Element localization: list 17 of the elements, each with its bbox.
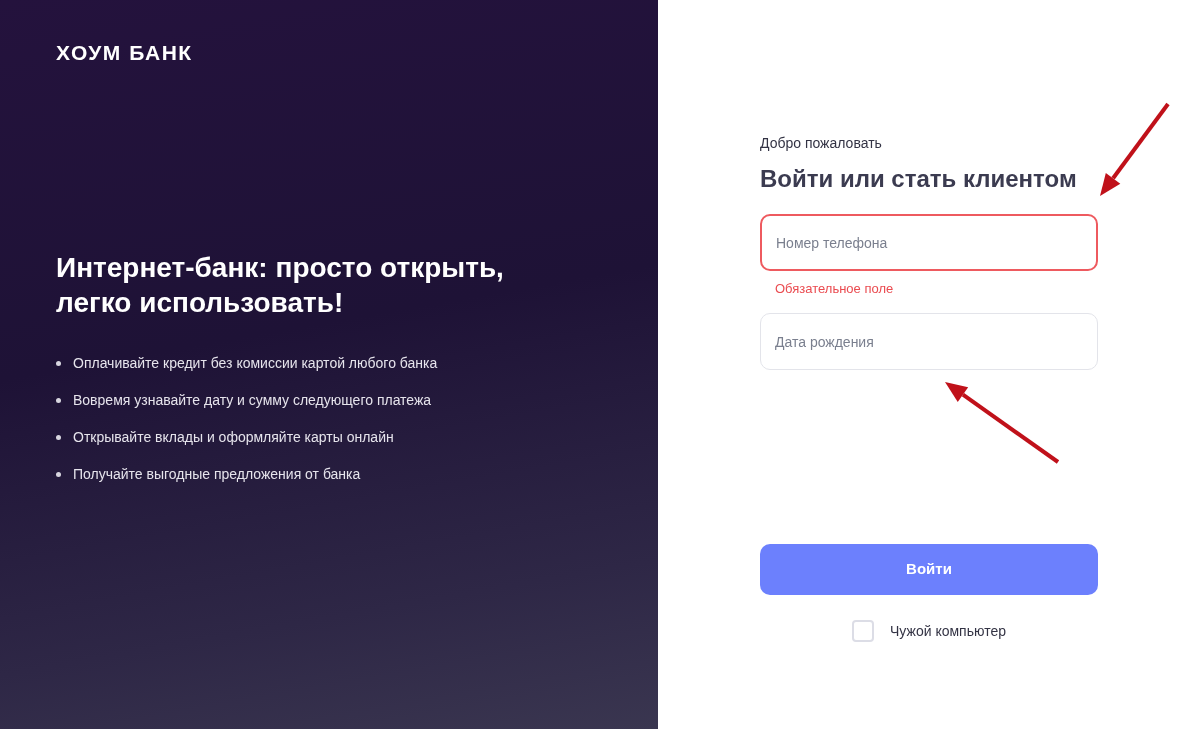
form-title: Войти или стать клиентом [760, 164, 1078, 194]
bullet-icon [56, 435, 61, 440]
input-field[interactable]: Номер телефона [760, 214, 1098, 271]
headline: Интернет-банк: просто открыть, легко использовать! [56, 251, 505, 320]
feature-text: Вовремя узнавайте дату и сумму следующего платежа [73, 391, 432, 410]
feature-text: Открывайте вклады и оформляйте карты онлайн [73, 428, 394, 447]
greeting-text: Добро пожаловать [760, 134, 883, 152]
bank-logo: ХОУМ БАНК [56, 40, 193, 66]
checkbox-label: Чужой компьютер [890, 621, 1006, 641]
bullet-icon [56, 398, 61, 403]
feature-text: Оплачивайте кредит без комиссии картой любого банка [73, 354, 438, 373]
feature-text: Получайте выгодные предложения от банка [73, 465, 361, 484]
error-message: Обязательное поле [775, 281, 894, 297]
login-button[interactable]: Войти [760, 544, 1098, 595]
checkbox[interactable] [852, 620, 875, 642]
bullet-icon [56, 361, 61, 366]
bullet-icon [56, 472, 61, 477]
